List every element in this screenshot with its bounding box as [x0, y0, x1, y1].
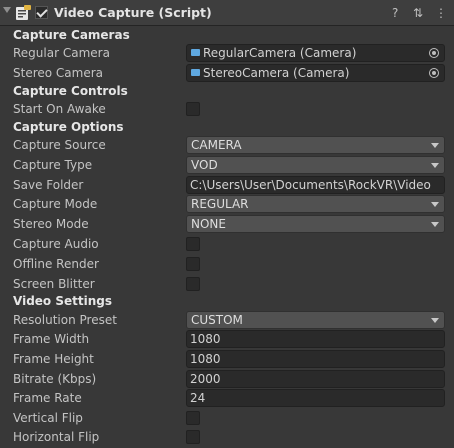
capture-mode-row: Capture Mode REGULAR: [0, 195, 454, 214]
capture-mode-label: Capture Mode: [13, 197, 98, 211]
frame-width-label: Frame Width: [13, 332, 90, 346]
bitrate-row: Bitrate (Kbps) 2000: [0, 370, 454, 389]
stereo-camera-label: Stereo Camera: [13, 66, 104, 80]
vertical-flip-row: Vertical Flip: [0, 409, 454, 428]
capture-type-dropdown[interactable]: VOD: [186, 156, 445, 174]
frame-height-label: Frame Height: [13, 352, 94, 366]
stereo-mode-value: NONE: [191, 217, 226, 231]
vertical-flip-checkbox[interactable]: [186, 411, 200, 425]
capture-audio-row: Capture Audio: [0, 235, 454, 254]
capture-audio-label: Capture Audio: [13, 237, 99, 251]
dropdown-arrow-icon: [431, 163, 439, 168]
stereo-mode-row: Stereo Mode NONE: [0, 215, 454, 234]
start-on-awake-row: Start On Awake: [0, 100, 454, 119]
frame-height-row: Frame Height 1080: [0, 350, 454, 369]
capture-type-row: Capture Type VOD: [0, 156, 454, 175]
dropdown-arrow-icon: [431, 318, 439, 323]
context-menu-icon[interactable]: ⋮: [435, 5, 447, 21]
camera-icon: [191, 49, 200, 56]
offline-render-checkbox[interactable]: [186, 257, 200, 271]
bitrate-field[interactable]: 2000: [186, 370, 445, 388]
save-folder-row: Save Folder C:\Users\User\Documents\Rock…: [0, 176, 454, 195]
section-capture-cameras: Capture Cameras: [13, 28, 130, 42]
stereo-mode-label: Stereo Mode: [13, 217, 89, 231]
capture-source-label: Capture Source: [13, 138, 106, 152]
object-picker-icon[interactable]: [429, 68, 439, 78]
dropdown-arrow-icon: [431, 143, 439, 148]
stereo-camera-row: Stereo Camera StereoCamera (Camera): [0, 64, 454, 83]
object-picker-icon[interactable]: [429, 48, 439, 58]
capture-type-value: VOD: [191, 158, 218, 172]
capture-source-row: Capture Source CAMERA: [0, 136, 454, 155]
regular-camera-field[interactable]: RegularCamera (Camera): [186, 44, 445, 62]
frame-width-field[interactable]: 1080: [186, 330, 445, 348]
capture-mode-value: REGULAR: [191, 197, 249, 211]
resolution-preset-label: Resolution Preset: [13, 313, 117, 327]
stereo-camera-value: StereoCamera (Camera): [203, 66, 350, 80]
camera-icon: [191, 69, 200, 76]
section-video-settings: Video Settings: [13, 294, 112, 308]
screen-blitter-checkbox[interactable]: [186, 277, 200, 291]
capture-type-label: Capture Type: [13, 158, 93, 172]
regular-camera-value: RegularCamera (Camera): [203, 46, 357, 60]
capture-audio-checkbox[interactable]: [186, 237, 200, 251]
save-folder-label: Save Folder: [13, 178, 84, 192]
frame-rate-label: Frame Rate: [13, 391, 82, 405]
component-title: Video Capture (Script): [54, 5, 212, 20]
resolution-preset-dropdown[interactable]: CUSTOM: [186, 311, 445, 329]
horizontal-flip-checkbox[interactable]: [186, 430, 200, 444]
frame-rate-field[interactable]: 24: [186, 389, 445, 407]
help-icon[interactable]: ?: [392, 5, 398, 21]
frame-rate-row: Frame Rate 24: [0, 389, 454, 408]
regular-camera-row: Regular Camera RegularCamera (Camera): [0, 44, 454, 63]
capture-source-value: CAMERA: [191, 138, 242, 152]
screen-blitter-label: Screen Blitter: [13, 277, 95, 291]
presets-icon[interactable]: ⇅: [413, 5, 423, 21]
frame-width-row: Frame Width 1080: [0, 330, 454, 349]
start-on-awake-label: Start On Awake: [13, 102, 106, 116]
save-folder-field[interactable]: C:\Users\User\Documents\RockVR\Video: [186, 176, 445, 194]
section-capture-options: Capture Options: [13, 120, 124, 134]
resolution-preset-row: Resolution Preset CUSTOM: [0, 311, 454, 330]
bitrate-label: Bitrate (Kbps): [13, 372, 97, 386]
offline-render-row: Offline Render: [0, 255, 454, 274]
regular-camera-label: Regular Camera: [13, 46, 110, 60]
frame-height-field[interactable]: 1080: [186, 350, 445, 368]
stereo-camera-field[interactable]: StereoCamera (Camera): [186, 64, 445, 82]
foldout-arrow-icon[interactable]: [3, 7, 11, 13]
capture-source-dropdown[interactable]: CAMERA: [186, 136, 445, 154]
component-header[interactable]: Video Capture (Script) ? ⇅ ⋮: [0, 0, 454, 26]
horizontal-flip-row: Horizontal Flip: [0, 428, 454, 447]
capture-mode-dropdown[interactable]: REGULAR: [186, 195, 445, 213]
dropdown-arrow-icon: [431, 202, 439, 207]
script-icon: [16, 5, 31, 20]
dropdown-arrow-icon: [431, 222, 439, 227]
stereo-mode-dropdown[interactable]: NONE: [186, 215, 445, 233]
horizontal-flip-label: Horizontal Flip: [13, 430, 100, 444]
section-capture-controls: Capture Controls: [13, 84, 128, 98]
offline-render-label: Offline Render: [13, 257, 99, 271]
component-enabled-checkbox[interactable]: [35, 6, 48, 19]
start-on-awake-checkbox[interactable]: [186, 102, 200, 116]
resolution-preset-value: CUSTOM: [191, 313, 243, 327]
vertical-flip-label: Vertical Flip: [13, 411, 83, 425]
